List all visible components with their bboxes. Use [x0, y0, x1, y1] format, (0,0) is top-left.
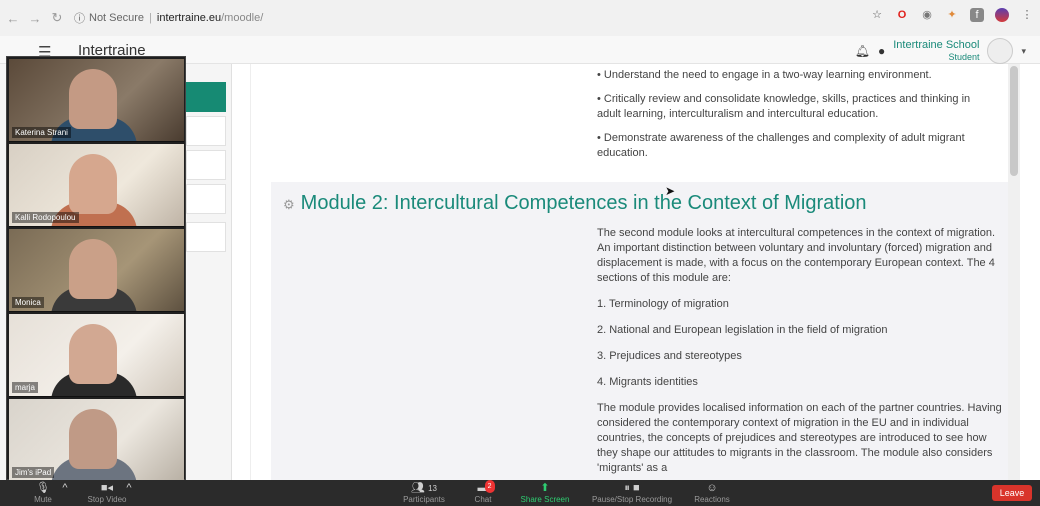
back-icon[interactable]: ← — [4, 11, 22, 26]
menu-dots-icon[interactable]: ⋮ — [1020, 8, 1034, 22]
participant-name: Jim's iPad — [12, 467, 55, 478]
chevron-down-icon[interactable]: ▾ — [1021, 46, 1026, 57]
reload-icon[interactable]: ↻ — [48, 10, 66, 26]
participant-name: marja — [12, 382, 39, 393]
module-section-item: 3. Prejudices and stereotypes — [597, 350, 742, 362]
module-section-item: 4. Migrants identities — [597, 376, 698, 388]
participant-face — [69, 239, 117, 299]
facebook-icon[interactable]: f — [970, 8, 984, 22]
drawer-item[interactable] — [186, 184, 226, 214]
module-outro: The module provides localised informatio… — [597, 402, 1002, 474]
module-summary: The second module looks at intercultural… — [597, 226, 1007, 480]
share-screen-button[interactable]: ⬆ Share Screen — [514, 482, 576, 504]
learning-outcomes: • Understand the need to engage in a two… — [597, 68, 997, 170]
extension-icon[interactable]: ✦ — [945, 8, 959, 22]
participant-name: Monica — [12, 297, 44, 308]
video-tile[interactable]: Monica — [9, 229, 184, 312]
recording-label: Pause/Stop Recording — [591, 495, 673, 504]
participants-button[interactable]: 👥︎ 13 Participants — [396, 482, 452, 504]
reactions-button[interactable]: ☺ Reactions — [690, 482, 734, 504]
mouse-cursor-icon: ➤ — [665, 184, 676, 198]
reactions-label: Reactions — [694, 495, 730, 504]
scrollbar[interactable] — [1008, 64, 1020, 480]
drawer-item[interactable] — [186, 150, 226, 180]
reactions-icon: ☺ — [706, 482, 718, 494]
participant-face — [69, 324, 117, 384]
extension-icons: ☆ O ◉ ✦ f ⋮ — [870, 8, 1034, 22]
message-icon[interactable]: ● — [878, 44, 885, 58]
participant-name: Katerina Strani — [12, 127, 71, 138]
caret-up-icon: ^ — [62, 482, 68, 494]
participants-label: Participants — [403, 495, 445, 504]
outcome-item: • Demonstrate awareness of the challenge… — [597, 132, 965, 159]
star-icon[interactable]: ☆ — [870, 8, 884, 22]
participants-count: 13 — [428, 484, 437, 493]
course-content: • Understand the need to engage in a two… — [250, 64, 1020, 480]
address-bar[interactable]: ⓘ Not Secure | intertraine.eu /moodle/ — [74, 7, 263, 29]
participants-icon: 👥︎ 13 — [411, 482, 437, 494]
module-intro: The second module looks at intercultural… — [597, 227, 996, 284]
meeting-toolbar: 🎙︎ Mute ^ ■◂ Stop Video ^ 👥︎ 13 Particip… — [0, 480, 1040, 506]
video-options-button[interactable]: ^ — [124, 482, 134, 495]
drawer-item[interactable] — [186, 222, 226, 252]
drawer-item[interactable] — [186, 116, 226, 146]
forward-icon[interactable]: → — [26, 11, 44, 26]
stop-video-label: Stop Video — [87, 495, 127, 504]
user-menu[interactable]: Intertraine School Student — [893, 39, 979, 63]
video-tile[interactable]: Katerina Strani — [9, 59, 184, 142]
bell-icon[interactable]: 🔔︎ — [855, 44, 870, 58]
opera-icon[interactable]: O — [895, 8, 909, 22]
camera-icon[interactable]: ◉ — [920, 8, 934, 22]
pause-stop-icon: ⏸ ■ — [624, 482, 640, 494]
user-name: Intertraine School — [893, 39, 980, 51]
leave-button[interactable]: Leave — [992, 485, 1032, 501]
browser-toolbar: ← → ↻ ⓘ Not Secure | intertraine.eu /moo… — [0, 0, 1040, 36]
module-section-item: 2. National and European legislation in … — [597, 324, 888, 336]
share-screen-icon: ⬆ — [540, 482, 550, 494]
caret-up-icon: ^ — [126, 482, 132, 494]
module-icon: ⚙ — [283, 197, 295, 212]
user-area: 🔔︎ ● Intertraine School Student ▾ — [855, 38, 1026, 64]
microphone-icon: 🎙︎ — [36, 482, 50, 494]
participant-face — [69, 69, 117, 129]
outcome-item: • Critically review and consolidate know… — [597, 93, 971, 120]
participant-face — [69, 409, 117, 469]
url-host: intertraine.eu — [156, 12, 222, 24]
video-tile[interactable]: Jim's iPad — [9, 399, 184, 482]
address-separator: | — [149, 12, 152, 24]
security-label: Not Secure — [89, 12, 145, 24]
module-title-text: Module 2: Intercultural Competences in t… — [300, 192, 867, 214]
video-tile[interactable]: marja — [9, 314, 184, 397]
drawer-item-active[interactable] — [186, 82, 226, 112]
share-screen-label: Share Screen — [520, 495, 570, 504]
chat-label: Chat — [474, 495, 492, 504]
module-title[interactable]: ⚙ Module 2: Intercultural Competences in … — [283, 192, 867, 215]
chat-badge: 2 — [484, 480, 495, 493]
outcome-item: • Understand the need to engage in a two… — [597, 69, 932, 81]
info-icon[interactable]: ⓘ — [74, 10, 85, 26]
mic-options-button[interactable]: ^ — [60, 482, 70, 495]
chat-button[interactable]: ▬ 2 Chat — [470, 480, 496, 504]
chat-icon: ▬ 2 — [478, 480, 495, 495]
user-role: Student — [948, 52, 980, 62]
scrollbar-thumb[interactable] — [1010, 66, 1018, 176]
profile-icon[interactable] — [995, 8, 1009, 22]
mute-button[interactable]: 🎙︎ Mute — [28, 482, 58, 504]
video-tile[interactable]: Kalli Rodopoulou — [9, 144, 184, 227]
module-section: ⚙ Module 2: Intercultural Competences in … — [271, 182, 1009, 480]
url-path: /moodle/ — [221, 12, 264, 24]
participant-name: Kalli Rodopoulou — [12, 212, 79, 223]
participant-face — [69, 154, 117, 214]
recording-button[interactable]: ⏸ ■ Pause/Stop Recording — [584, 482, 680, 504]
avatar[interactable] — [987, 38, 1014, 64]
video-gallery: Katerina Strani Kalli Rodopoulou Monica … — [6, 56, 186, 482]
mute-label: Mute — [34, 495, 52, 504]
module-section-item: 1. Terminology of migration — [597, 298, 729, 310]
